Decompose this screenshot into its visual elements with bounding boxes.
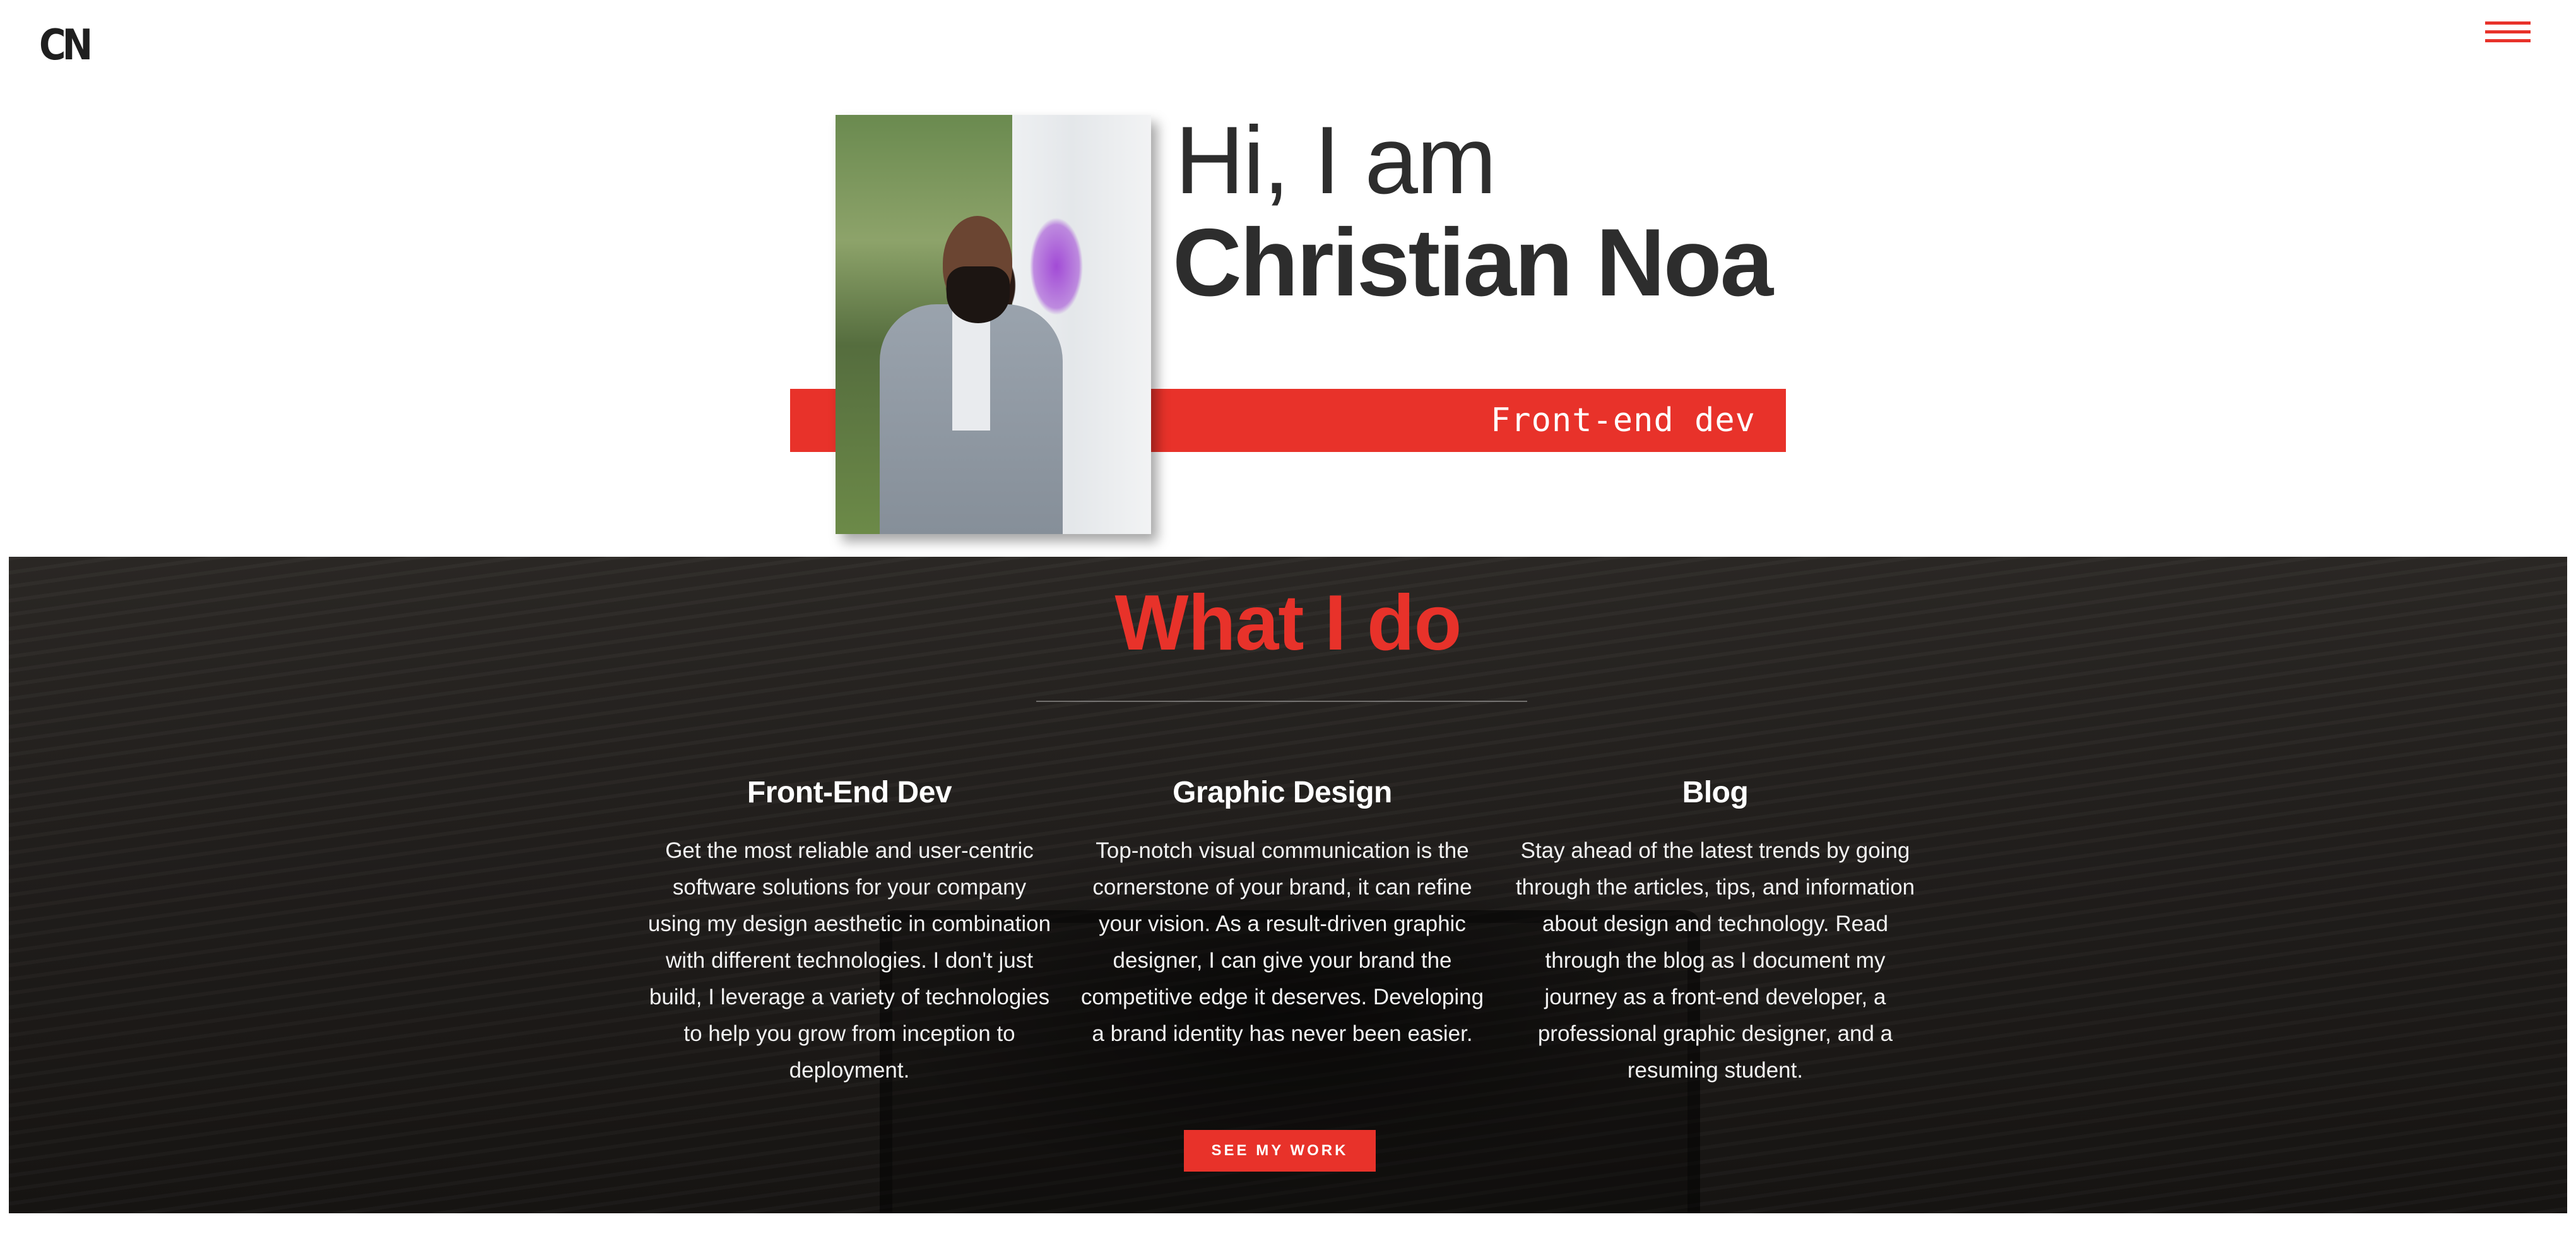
service-front-end: Front-End Dev Get the most reliable and …	[647, 775, 1051, 1089]
photo-shirt	[952, 304, 990, 431]
hero-name: Christian Noa	[1173, 209, 1773, 316]
service-graphic-design: Graphic Design Top-notch visual communic…	[1080, 775, 1484, 1052]
service-heading: Graphic Design	[1173, 776, 1392, 809]
service-heading: Front-End Dev	[747, 776, 952, 809]
see-my-work-button[interactable]: SEE MY WORK	[1184, 1130, 1376, 1172]
service-description: Stay ahead of the latest trends by going…	[1515, 838, 1915, 1083]
hero-section: Hi, I am Christian Noa Front-end dev	[0, 0, 2576, 556]
service-description: Top-notch visual communication is the co…	[1080, 838, 1484, 1046]
hero-greeting: Hi, I am	[1175, 107, 1497, 214]
profile-photo	[836, 115, 1151, 534]
photo-beard	[947, 266, 1010, 323]
what-i-do-section: What I do Front-End Dev Get the most rel…	[9, 557, 2567, 1213]
service-blog: Blog Stay ahead of the latest trends by …	[1513, 775, 1917, 1089]
section-title: What I do	[1114, 579, 1462, 667]
role-text: Front-end dev	[1491, 401, 1756, 439]
service-description: Get the most reliable and user-centric s…	[647, 838, 1051, 1083]
service-heading: Blog	[1682, 776, 1749, 809]
title-divider	[1036, 701, 1527, 702]
